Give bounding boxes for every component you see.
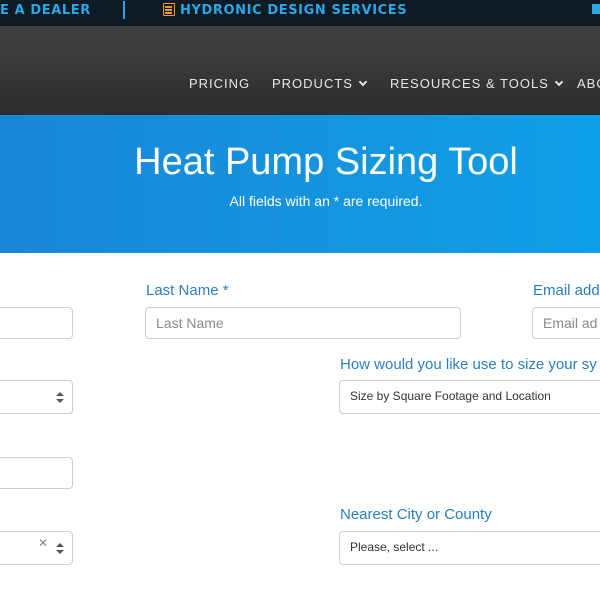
first-name-input[interactable] (0, 307, 73, 339)
nav-item-about[interactable]: ABO (577, 76, 600, 91)
clear-icon[interactable]: ✕ (38, 536, 48, 550)
select-arrows-icon (56, 543, 64, 555)
nearest-city-label: Nearest City or County (340, 506, 492, 523)
last-name-input[interactable]: Last Name (145, 307, 461, 339)
hydronic-design-services-link[interactable]: HYDRONIC DESIGN SERVICES (180, 3, 407, 18)
sizing-method-value: Size by Square Footage and Location (350, 389, 551, 403)
nearest-city-select[interactable]: Please, select ... (339, 531, 600, 565)
left-select[interactable] (0, 380, 73, 414)
select-arrows-icon (56, 392, 64, 404)
nav-item-products[interactable]: PRODUCTS (272, 76, 368, 91)
chevron-down-icon (358, 77, 368, 87)
nav-item-pricing[interactable]: PRICING (189, 76, 250, 91)
last-name-label: Last Name * (146, 282, 229, 299)
page-title: Heat Pump Sizing Tool (134, 141, 518, 183)
find-a-dealer-link[interactable]: E A DEALER (0, 3, 91, 18)
email-input[interactable]: Email ad (532, 307, 600, 339)
chevron-down-icon (554, 77, 564, 87)
email-placeholder: Email ad (543, 315, 598, 331)
required-fields-note: All fields with an * are required. (229, 193, 423, 209)
hero-banner: Heat Pump Sizing Tool All fields with an… (0, 115, 600, 253)
top-utility-bar: E A DEALER HYDRONIC DESIGN SERVICES (0, 0, 600, 26)
sizing-method-label: How would you like use to size your sy (340, 356, 597, 373)
nav-item-label: RESOURCES & TOOLS (390, 76, 549, 91)
topbar-divider (123, 1, 125, 19)
envelope-icon[interactable] (592, 4, 600, 14)
nav-item-resources-tools[interactable]: RESOURCES & TOOLS (390, 76, 564, 91)
left-input[interactable] (0, 457, 73, 489)
calculator-icon (163, 3, 175, 16)
nav-item-label: ABO (577, 76, 600, 91)
nav-item-label: PRICING (189, 76, 251, 91)
main-navigation: PRICING PRODUCTS RESOURCES & TOOLS ABO (0, 26, 600, 115)
left-clearable-select[interactable]: ✕ (0, 531, 73, 565)
nearest-city-value: Please, select ... (350, 540, 439, 554)
sizing-method-select[interactable]: Size by Square Footage and Location (339, 380, 600, 414)
email-label: Email add (533, 282, 600, 299)
last-name-placeholder: Last Name (156, 315, 224, 331)
nav-item-label: PRODUCTS (272, 76, 353, 91)
